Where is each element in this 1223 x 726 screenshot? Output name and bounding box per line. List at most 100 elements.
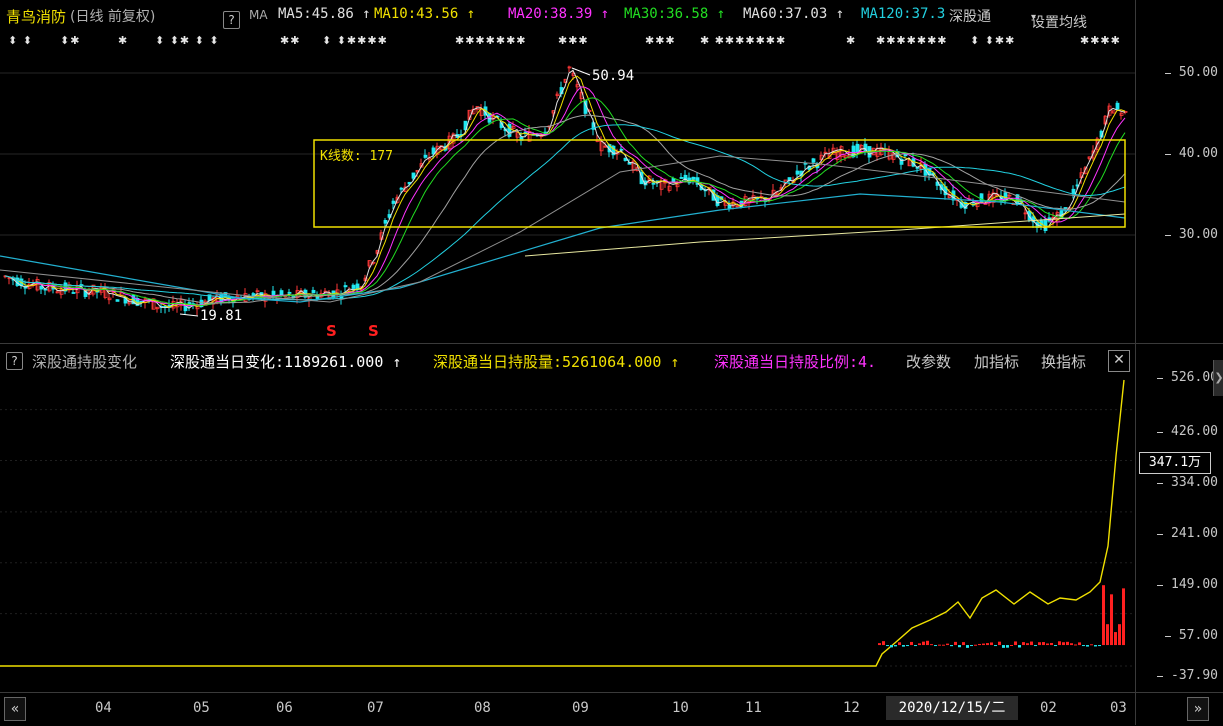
price-chart-panel[interactable]: K线数: 177 50.94 19.81 S S <box>0 52 1135 342</box>
indicator-tick: 57.00 <box>1164 628 1218 643</box>
candle-body <box>795 170 800 175</box>
candle-body <box>351 284 356 289</box>
holding-change-bar <box>1090 644 1093 646</box>
holding-change-bar <box>1094 645 1097 647</box>
candle-body <box>311 289 316 294</box>
long-ma-line <box>0 155 1126 303</box>
holding-change-bar <box>1006 645 1009 648</box>
moving-average-line <box>4 86 1126 307</box>
kline-count-label: K线数: 177 <box>320 149 393 164</box>
holding-chart[interactable] <box>0 353 1135 692</box>
candle-body <box>855 143 860 153</box>
long-ma-line <box>0 193 1126 303</box>
holding-change-bar <box>1066 641 1069 646</box>
candle-body <box>115 299 120 302</box>
price-tick: 50.00 <box>1164 65 1218 80</box>
holding-change-bar <box>1118 624 1121 646</box>
candle-body <box>391 200 396 204</box>
stock-name[interactable]: 青鸟消防 <box>6 6 66 27</box>
holding-change-bar <box>966 645 969 648</box>
holding-change-bar <box>1050 642 1053 646</box>
holding-change-bar <box>974 644 977 646</box>
holding-change-bar <box>938 644 941 646</box>
high-price-label: 50.94 <box>592 68 634 84</box>
add-indicator-button[interactable]: 加指标 <box>974 351 1019 372</box>
candle-body <box>343 285 348 288</box>
ma-value: MA5:45.86 ↑ <box>278 6 371 22</box>
dropdown-icon: ▾ <box>1031 12 1037 23</box>
indicator-chart-panel[interactable] <box>0 353 1135 692</box>
close-icon: ✕ <box>1113 352 1125 368</box>
top-info-bar: 青鸟消防 (日线 前复权) ? MA MA5:45.86 ↑ MA10:43.56… <box>0 0 1223 31</box>
signal-marker: ✱✱✱✱✱✱✱ <box>876 34 948 47</box>
candle-body <box>619 148 624 151</box>
edit-params-button[interactable]: 改参数 <box>906 351 951 372</box>
set-ma-label: 设置均线 <box>1031 15 1087 31</box>
indicator-tick: 149.00 <box>1157 577 1218 592</box>
candle-body <box>423 154 428 158</box>
indicator-help-button[interactable]: ? <box>6 351 23 370</box>
indicator-tick: 526.00 <box>1157 370 1218 385</box>
holding-change-bar <box>954 641 957 646</box>
selected-date: 2020/12/15/二 <box>886 696 1018 720</box>
candle-body <box>811 158 816 163</box>
holding-change-bar <box>982 643 985 646</box>
holding-change-bar <box>890 645 893 648</box>
signal-marker: ✱ ✱✱✱✱✱✱✱ <box>700 34 787 47</box>
holding-change-bar <box>1046 643 1049 646</box>
panel-scroll-handle[interactable]: ❯ <box>1213 360 1223 396</box>
double-chevron-left-icon: « <box>10 701 20 717</box>
holding-change-bar <box>1074 644 1077 646</box>
double-chevron-right-icon: » <box>1193 701 1203 717</box>
close-indicator-button[interactable]: ✕ <box>1108 350 1130 372</box>
signal-marker: ⬍ ⬍✱ ⬍ ⬍ <box>155 34 220 47</box>
holding-change-bar <box>1122 588 1125 646</box>
holding-change-bar <box>1114 632 1117 646</box>
month-label: 12 <box>843 700 860 716</box>
candle-body <box>399 187 404 190</box>
moving-average-line <box>4 114 1126 304</box>
holding-change-bar <box>1086 645 1089 647</box>
scroll-left-button[interactable]: « <box>4 697 26 721</box>
right-price-axis: 50.00 40.00 30.00 526.00 426.00 334.00 2… <box>1135 0 1223 725</box>
holding-change-bar <box>1042 642 1045 646</box>
moving-average-line <box>4 124 1126 301</box>
month-label: 06 <box>276 700 293 716</box>
ma-label: MA <box>249 8 268 22</box>
signal-marker: ⬍✱ <box>60 34 81 47</box>
holding-change-bar <box>962 642 965 646</box>
holding-change-bar <box>926 640 929 646</box>
holding-change-bar <box>970 645 973 647</box>
hk-connect-label[interactable]: 深股通 <box>949 6 991 26</box>
candle-body <box>411 172 416 179</box>
signal-marker: ✱✱✱✱ <box>1080 34 1121 47</box>
period-info[interactable]: (日线 前复权) <box>70 6 155 26</box>
holding-change-bar <box>958 645 961 648</box>
holding-change-bar <box>1058 641 1061 646</box>
month-label: 04 <box>95 700 112 716</box>
holding-change-bar <box>1002 645 1005 648</box>
holding-change-bar <box>1110 594 1113 646</box>
holding-line <box>0 379 1125 667</box>
indicator-tick: 334.00 <box>1157 475 1218 490</box>
price-tick: 40.00 <box>1164 146 1218 161</box>
month-label: 09 <box>572 700 589 716</box>
sell-signal-marker: S <box>368 322 379 340</box>
candle-body <box>727 205 732 209</box>
low-pointer <box>179 313 199 317</box>
holding-change-bar <box>1030 641 1033 646</box>
signal-marker: ⬍ ⬍✱✱ <box>970 34 1016 47</box>
holding-change-bar <box>1062 642 1065 646</box>
switch-indicator-button[interactable]: 换指标 <box>1041 351 1086 372</box>
scroll-right-button[interactable]: » <box>1187 697 1209 721</box>
holding-change-bar <box>914 645 917 647</box>
candle-body <box>691 176 696 180</box>
holding-change-bar <box>1038 642 1041 646</box>
indicator-name[interactable]: 深股通持股变化 <box>32 351 137 372</box>
kline-chart[interactable]: K线数: 177 50.94 19.81 S S <box>0 52 1135 342</box>
holding-change-bar <box>1054 645 1057 647</box>
time-axis-bar: « 04 05 06 07 08 09 10 11 12 02 03 2020/12/15/二 » <box>0 692 1223 726</box>
holding-change-bar <box>950 645 953 647</box>
holding-change-bar <box>898 642 901 646</box>
indicator-value: 深股通当日持股量:5261064.000 ↑ <box>433 353 680 371</box>
